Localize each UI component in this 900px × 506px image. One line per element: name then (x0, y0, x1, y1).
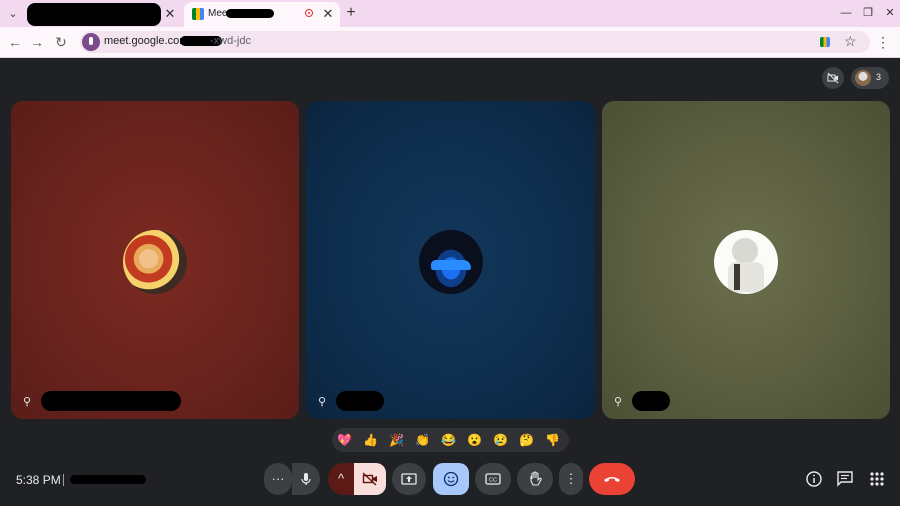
mic-icon (301, 473, 311, 485)
reaction-sad[interactable]: 😢 (492, 432, 509, 449)
mic-button[interactable] (292, 463, 320, 495)
participant-tile[interactable]: ⚲ (11, 101, 299, 419)
video-off-icon (362, 472, 377, 486)
redacted-participant-name (41, 391, 181, 411)
participant-tile[interactable]: ⚲ (602, 101, 890, 419)
info-icon[interactable] (805, 470, 823, 488)
captions-button[interactable]: CC (475, 463, 511, 495)
redacted-participant-name (632, 391, 670, 411)
emoji-icon (443, 471, 459, 487)
reload-icon[interactable]: ↻ (52, 33, 70, 51)
minimize-icon[interactable]: — (838, 5, 854, 21)
reaction-thinking[interactable]: 🤔 (518, 432, 535, 449)
blue-car-avatar-icon (418, 230, 483, 294)
no-camera-indicator[interactable] (822, 67, 844, 89)
meeting-clock: 5:38 PM (16, 473, 61, 487)
divider (63, 474, 64, 486)
svg-text:CC: CC (489, 478, 497, 484)
redacted-participant-name (336, 391, 384, 411)
participants-button[interactable]: 3 (851, 67, 889, 89)
site-mic-icon[interactable] (82, 33, 100, 51)
address-bar[interactable]: meet.google.com/ -xwd-jdc ☆ (80, 31, 870, 53)
video-options-button[interactable]: ^ (328, 463, 354, 495)
video-off-icon (827, 72, 839, 84)
reaction-laugh[interactable]: 😂 (440, 432, 457, 449)
participant-count: 3 (876, 72, 882, 82)
reaction-party[interactable]: 🎉 (388, 432, 405, 449)
chat-icon[interactable] (836, 470, 854, 488)
new-tab-button[interactable]: + (343, 5, 359, 21)
present-screen-icon (401, 473, 417, 485)
tab-redacted[interactable]: ✕ (24, 2, 180, 27)
tab-search-icon[interactable]: ⌄ (4, 5, 22, 23)
reaction-thumbs-down[interactable]: 👎 (544, 432, 561, 449)
more-options-button[interactable]: ⋮ (559, 463, 583, 495)
pin-icon[interactable]: ⚲ (23, 395, 31, 408)
back-icon[interactable]: ← (6, 33, 24, 51)
participant-tile[interactable]: ⚲ (306, 101, 595, 419)
recording-icon (305, 9, 313, 17)
raise-hand-button[interactable] (517, 463, 553, 495)
browser-menu-icon[interactable]: ⋮ (876, 33, 890, 51)
meet-extension-icon[interactable] (820, 37, 830, 47)
reaction-thumbs-up[interactable]: 👍 (362, 432, 379, 449)
bookmark-star-icon[interactable]: ☆ (844, 33, 857, 50)
tab-strip: ⌄ ✕ Meet - ✕ + — ❐ ✕ (0, 0, 900, 27)
meet-favicon-icon (192, 8, 204, 20)
reactions-bar: 💖 👍 🎉 👏 😂 😮 😢 🤔 👎 (332, 428, 569, 452)
redacted-tab-title (27, 3, 161, 26)
present-button[interactable] (392, 463, 426, 495)
restore-icon[interactable]: ❐ (860, 5, 876, 21)
reaction-heart[interactable]: 💖 (336, 432, 353, 449)
tab-meet[interactable]: Meet - ✕ (184, 2, 340, 27)
camera-off-button[interactable] (354, 463, 386, 495)
close-tab-icon[interactable]: ✕ (320, 6, 336, 22)
white-hair-character-avatar-icon (714, 230, 778, 294)
hand-icon (530, 471, 542, 486)
pin-icon[interactable]: ⚲ (318, 395, 326, 408)
redacted-meeting-code (70, 475, 146, 484)
activities-icon[interactable] (868, 470, 886, 488)
reaction-surprised[interactable]: 😮 (466, 432, 483, 449)
forward-icon[interactable]: → (28, 33, 46, 51)
end-call-icon (604, 477, 620, 482)
close-tab-icon[interactable]: ✕ (162, 6, 178, 22)
url-text: meet.google.com/ (104, 35, 192, 47)
anime-avatar-icon (123, 230, 187, 294)
captions-icon: CC (485, 473, 501, 485)
participant-avatar (855, 70, 871, 86)
leave-call-button[interactable] (589, 463, 635, 495)
redacted-meeting-name (226, 9, 274, 18)
pin-icon[interactable]: ⚲ (614, 395, 622, 408)
browser-toolbar: ← → ↻ meet.google.com/ -xwd-jdc ☆ ⋮ (0, 27, 900, 58)
more-audio-button[interactable]: ··· (264, 463, 292, 495)
reactions-button[interactable] (433, 463, 469, 495)
url-suffix: -xwd-jdc (210, 35, 251, 47)
reaction-clap[interactable]: 👏 (414, 432, 431, 449)
close-window-icon[interactable]: ✕ (882, 5, 898, 21)
